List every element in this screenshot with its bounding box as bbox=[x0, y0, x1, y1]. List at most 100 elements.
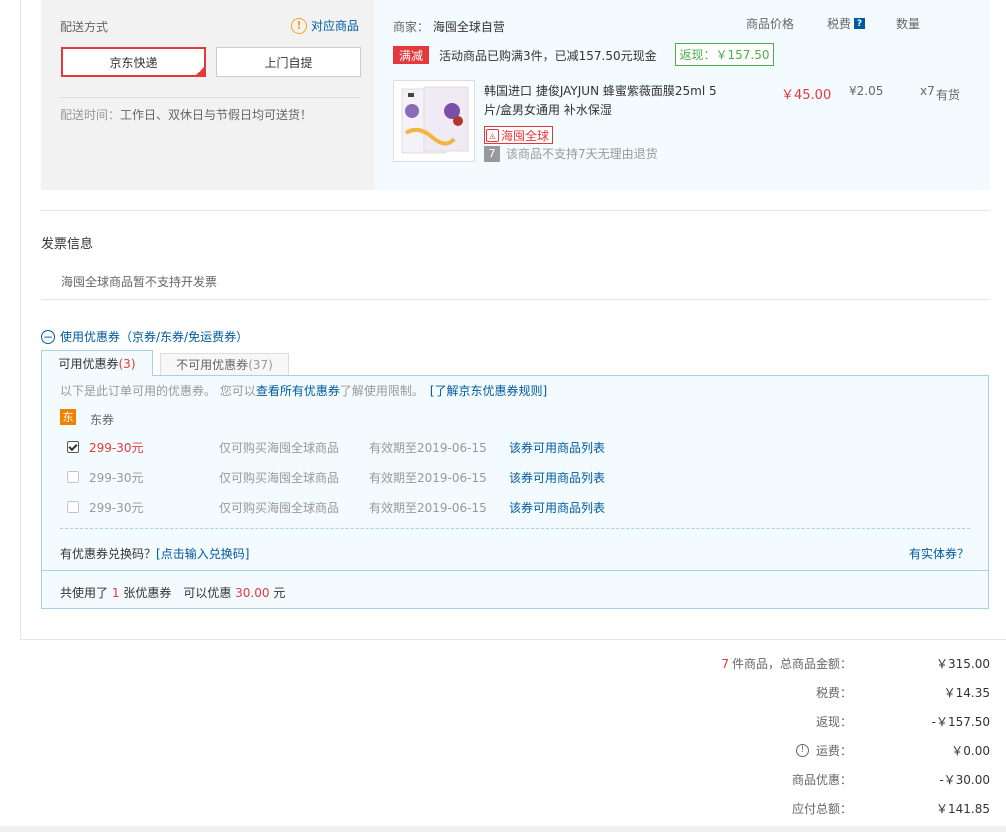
invoice-text: 海囤全球商品暂不支持开发票 bbox=[61, 275, 218, 289]
physical-coupon-link[interactable]: 有实体券？ bbox=[909, 545, 969, 562]
summary-cashback-value: -￥157.50 bbox=[931, 715, 990, 729]
tab-unavailable-coupons[interactable]: 不可用优惠券 (37) bbox=[160, 353, 289, 375]
match-products-link[interactable]: ! 对应商品 bbox=[291, 17, 359, 34]
warning-icon: ! bbox=[291, 17, 307, 34]
summary-freight-row: ! 运费： ￥0.00 bbox=[590, 742, 990, 760]
coupon-products-link[interactable]: 该券可用商品列表 bbox=[509, 499, 605, 516]
coupon-validity: 有效期至2019-06-15 bbox=[369, 470, 487, 485]
summary-payable-value: ￥141.85 bbox=[936, 802, 990, 816]
coupon-checkbox[interactable] bbox=[67, 501, 79, 513]
coupon-note-mid: 了解使用限制。 bbox=[339, 384, 424, 398]
redeem-prefix: 有优惠券兑换码？ bbox=[60, 547, 157, 561]
view-all-coupons-link[interactable]: 查看所有优惠券 bbox=[256, 384, 340, 398]
coupon-scope: 仅可购买海囤全球商品 bbox=[219, 440, 340, 455]
dashed-divider bbox=[60, 528, 970, 529]
delivery-time-label: 配送时间： bbox=[60, 108, 121, 122]
summary-total-label: 7 件商品，总商品金额： bbox=[721, 655, 852, 672]
tab-available-count: (3) bbox=[118, 356, 136, 371]
product-image[interactable] bbox=[393, 80, 475, 162]
shipping-label: 配送方式 bbox=[60, 20, 109, 34]
product-title[interactable]: 韩国进口 捷俊JAYJUN 蜂蜜紫薇面膜25ml 5片/盒男女通用 补水保湿 bbox=[484, 82, 724, 120]
coupon-note-prefix: 以下是此订单可用的优惠券。 您可以 bbox=[60, 384, 256, 398]
merchant-label: 商家： bbox=[393, 20, 430, 34]
bottom-bar bbox=[0, 826, 1006, 832]
coupon-toggle-label: 使用优惠券（京券/东券/免运费券） bbox=[60, 330, 249, 344]
delivery-time: 配送时间：工作日、双休日与节假日均可送货！ bbox=[60, 106, 312, 123]
coupon-row[interactable]: 299-30元 仅可购买海囤全球商品 有效期至2019-06-15 该券可用商品… bbox=[67, 469, 605, 485]
coupon-products-link[interactable]: 该券可用商品列表 bbox=[509, 469, 605, 486]
coupon-row[interactable]: 299-30元 仅可购买海囤全球商品 有效期至2019-06-15 该券可用商品… bbox=[67, 499, 605, 515]
used-prefix: 共使用了 bbox=[60, 586, 109, 600]
summary-payable-label: 应付总额： bbox=[791, 802, 852, 816]
column-qty: 数量 bbox=[896, 17, 921, 31]
coupon-toggle[interactable]: − 使用优惠券（京券/东券/免运费券） bbox=[41, 328, 248, 345]
coupon-scope: 仅可购买海囤全球商品 bbox=[219, 500, 340, 515]
collapse-icon: − bbox=[41, 329, 55, 344]
summary-freight-label: ! 运费： bbox=[795, 742, 852, 759]
no-return-icon: 7 bbox=[484, 145, 500, 162]
used-count: 1 bbox=[111, 586, 120, 600]
tab-unavailable-label: 不可用优惠券 bbox=[176, 358, 249, 372]
coupon-row[interactable]: 299-30元 仅可购买海囤全球商品 有效期至2019-06-15 该券可用商品… bbox=[67, 439, 605, 455]
summary-discount-value: -￥30.00 bbox=[939, 773, 990, 787]
enter-redeem-code-link[interactable]: [点击输入兑换码] bbox=[156, 547, 249, 561]
coupon-checkbox[interactable] bbox=[67, 471, 79, 483]
jd-express-button[interactable]: 京东快递 ✓ bbox=[61, 47, 206, 77]
tab-unavailable-count: (37) bbox=[248, 357, 273, 372]
origin-tag-label: 海囤全球 bbox=[501, 128, 550, 143]
self-pickup-button[interactable]: 上门自提 bbox=[216, 47, 361, 77]
column-price: 商品价格 bbox=[746, 17, 795, 31]
summary-total-value: ￥315.00 bbox=[936, 657, 990, 671]
summary-tax-value: ￥14.35 bbox=[943, 686, 990, 700]
divider bbox=[42, 570, 988, 571]
promo-tag: 满减 bbox=[393, 46, 429, 64]
return-policy-text: 该商品不支持7天无理由退货 bbox=[506, 147, 658, 161]
freight-label-text: 运费： bbox=[815, 744, 852, 758]
tab-available-label: 可用优惠券 bbox=[58, 357, 119, 371]
origin-tag: ◬ 海囤全球 bbox=[484, 126, 554, 144]
coupon-panel bbox=[41, 375, 989, 609]
coupon-amount: 299-30元 bbox=[89, 500, 144, 515]
coupon-rules-link[interactable]: [了解京东优惠券规则] bbox=[430, 384, 547, 398]
summary-cashback-row: 返现： -￥157.50 bbox=[590, 713, 990, 731]
column-tax: 税费 ? bbox=[827, 15, 866, 32]
dong-coupon-icon: 东 bbox=[60, 409, 76, 425]
coupon-scope: 仅可购买海囤全球商品 bbox=[219, 470, 340, 485]
delivery-time-value: 工作日、双休日与节假日均可送货！ bbox=[120, 108, 313, 122]
coupon-group-label: 东券 bbox=[90, 413, 115, 427]
summary-tax-label: 税费： bbox=[815, 686, 852, 700]
summary-tax-row: 税费： ￥14.35 bbox=[590, 684, 990, 702]
info-icon[interactable]: ! bbox=[795, 744, 809, 757]
divider bbox=[41, 299, 990, 300]
check-icon: ✓ bbox=[197, 66, 204, 75]
match-products-text: 对应商品 bbox=[311, 19, 360, 33]
used-suffix: 元 bbox=[273, 586, 286, 600]
cashback-badge: 返现：￥157.50 bbox=[675, 43, 774, 66]
item-count: 7 bbox=[721, 656, 729, 671]
merchant-value: 海囤全球自营 bbox=[432, 20, 505, 34]
return-policy: 7 该商品不支持7天无理由退货 bbox=[484, 145, 658, 162]
product-qty: x7 bbox=[920, 84, 935, 98]
self-pickup-label: 上门自提 bbox=[264, 55, 313, 70]
jd-express-label: 京东快递 bbox=[109, 55, 158, 70]
coupon-products-link[interactable]: 该券可用商品列表 bbox=[509, 439, 605, 456]
divider bbox=[41, 210, 990, 211]
coupon-amount: 299-30元 bbox=[89, 440, 144, 455]
coupon-checkbox[interactable] bbox=[67, 441, 79, 453]
coupon-note: 以下是此订单可用的优惠券。 您可以查看所有优惠券了解使用限制。 [了解京东优惠券规… bbox=[60, 382, 547, 399]
summary-total-row: 7 件商品，总商品金额： ￥315.00 bbox=[590, 655, 990, 673]
coupon-usage-summary: 共使用了 1 张优惠券 可以优惠 30.00 元 bbox=[60, 584, 285, 601]
redeem-code: 有优惠券兑换码？[点击输入兑换码] bbox=[60, 545, 249, 562]
coupon-validity: 有效期至2019-06-15 bbox=[369, 500, 487, 515]
promo-text: 活动商品已购满3件，已减157.50元现金 bbox=[439, 49, 657, 63]
coupon-amount: 299-30元 bbox=[89, 470, 144, 485]
help-icon[interactable]: ? bbox=[854, 18, 866, 29]
product-image-graphic bbox=[394, 81, 474, 161]
tab-available-coupons[interactable]: 可用优惠券 (3) bbox=[41, 350, 153, 376]
item-count-label: 件商品，总商品金额： bbox=[731, 657, 852, 671]
summary-discount-label: 商品优惠： bbox=[791, 773, 852, 787]
product-price: ￥45.00 bbox=[781, 88, 832, 103]
used-amount: 30.00 bbox=[235, 586, 270, 600]
used-mid: 张优惠券 可以优惠 bbox=[123, 586, 232, 600]
summary-cashback-label: 返现： bbox=[815, 715, 852, 729]
